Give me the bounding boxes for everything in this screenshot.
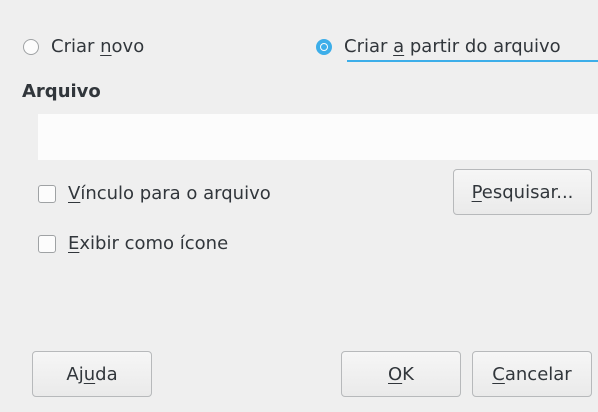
create-from-file-radio-indicator[interactable] — [316, 38, 332, 55]
cancel-button[interactable]: Cancelar — [472, 351, 592, 397]
focus-underline — [347, 60, 598, 62]
create-new-label: Criar novo — [51, 36, 145, 57]
create-from-file-radio[interactable]: Criar a partir do arquivo — [316, 36, 561, 57]
link-to-file-checkbox-box[interactable] — [38, 184, 56, 203]
link-to-file-label: Vínculo para o arquivo — [68, 183, 271, 204]
display-as-icon-checkbox-box[interactable] — [38, 234, 56, 253]
cancel-button-label: Cancelar — [492, 363, 572, 385]
ok-button[interactable]: OK — [341, 351, 461, 397]
file-path-input[interactable] — [38, 114, 598, 160]
display-as-icon-checkbox[interactable]: Exibir como ícone — [38, 233, 228, 254]
create-new-radio[interactable]: Criar novo — [23, 36, 144, 57]
link-to-file-checkbox[interactable]: Vínculo para o arquivo — [38, 183, 271, 204]
browse-button[interactable]: Pesquisar... — [453, 169, 592, 215]
file-section-title: Arquivo — [22, 81, 101, 102]
display-as-icon-label: Exibir como ícone — [68, 233, 229, 254]
insert-ole-object-dialog: Criar novo Criar a partir do arquivo Arq… — [0, 0, 598, 412]
browse-button-label: Pesquisar... — [471, 181, 574, 203]
create-from-file-label: Criar a partir do arquivo — [344, 36, 561, 57]
ok-button-label: OK — [388, 363, 414, 385]
help-button[interactable]: Ajuda — [32, 351, 152, 397]
help-button-label: Ajuda — [66, 363, 118, 385]
create-new-radio-indicator[interactable] — [23, 38, 39, 55]
